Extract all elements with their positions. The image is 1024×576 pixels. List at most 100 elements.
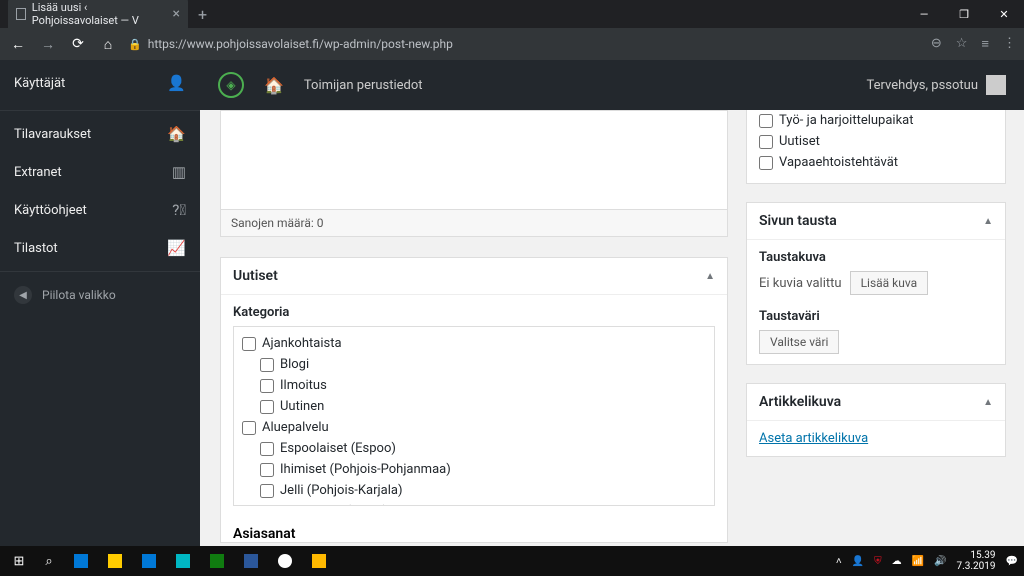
category-item[interactable]: Uutinen bbox=[242, 396, 706, 417]
site-logo-icon[interactable]: ◈ bbox=[218, 72, 244, 98]
category-label: Ihimiset (Pohjois-Pohjanmaa) bbox=[280, 462, 451, 477]
taskbar-app-mail[interactable] bbox=[134, 548, 164, 574]
help-icon: ?⃝ bbox=[172, 201, 186, 219]
window-minimize-button[interactable]: — bbox=[904, 0, 944, 28]
collapse-triangle-icon[interactable]: ▲ bbox=[705, 271, 715, 282]
home-icon[interactable]: 🏠 bbox=[264, 76, 284, 95]
category-label: Blogi bbox=[280, 357, 309, 372]
zoom-icon[interactable]: ⊖ bbox=[931, 36, 942, 52]
asiasanat-label: Asiasanat bbox=[221, 516, 727, 542]
category-checkbox[interactable] bbox=[242, 421, 256, 435]
taskbar-app-explorer[interactable] bbox=[100, 548, 130, 574]
category-item[interactable]: Jelli (Pohjois-Karjala) bbox=[242, 480, 706, 501]
category-label: Uutinen bbox=[280, 399, 324, 414]
taskbar-clock[interactable]: 15.39 7.3.2019 bbox=[957, 550, 996, 572]
taustavari-label: Taustaväri bbox=[759, 309, 993, 324]
taskbar-app-chrome[interactable] bbox=[270, 548, 300, 574]
category-checkbox[interactable] bbox=[242, 337, 256, 351]
checkbox[interactable] bbox=[759, 156, 773, 170]
category-item[interactable]: Lappilaiset (Lappi) bbox=[242, 501, 706, 506]
menu-icon[interactable]: ⋮ bbox=[1003, 36, 1016, 52]
category-item[interactable]: Ajankohtaista bbox=[242, 333, 706, 354]
tray-cloud-icon[interactable]: ☁ bbox=[892, 556, 902, 567]
browser-titlebar: Lisää uusi ‹ Pohjoissavolaiset — V × + —… bbox=[0, 0, 1024, 28]
collapse-menu[interactable]: ◀ Piilota valikko bbox=[0, 276, 200, 314]
add-image-button[interactable]: Lisää kuva bbox=[850, 271, 929, 295]
browser-tab[interactable]: Lisää uusi ‹ Pohjoissavolaiset — V × bbox=[8, 0, 188, 32]
greeting-text[interactable]: Tervehdys, pssotuu bbox=[866, 78, 978, 93]
category-label: Espoolaiset (Espoo) bbox=[280, 441, 396, 456]
sidebar-item-help[interactable]: Käyttöohjeet ?⃝ bbox=[0, 191, 200, 229]
back-button[interactable]: ← bbox=[8, 36, 28, 53]
sidebar-item-users[interactable]: Käyttäjät 👤 bbox=[0, 60, 200, 106]
category-checkbox[interactable] bbox=[260, 400, 274, 414]
start-button[interactable]: ⊞ bbox=[6, 548, 32, 574]
clock-date: 7.3.2019 bbox=[957, 561, 996, 572]
forward-button[interactable]: → bbox=[38, 36, 58, 53]
url-field[interactable]: 🔒 https://www.pohjoissavolaiset.fi/wp-ad… bbox=[128, 37, 921, 51]
home-button[interactable]: ⌂ bbox=[98, 36, 118, 53]
panel-header[interactable]: Sivun tausta ▲ bbox=[747, 203, 1005, 240]
sidebar-item-tilavaraukset[interactable]: Tilavaraukset 🏠 bbox=[0, 115, 200, 153]
collapse-triangle-icon[interactable]: ▲ bbox=[983, 216, 993, 227]
tab-close-icon[interactable]: × bbox=[173, 6, 180, 22]
sidebar-item-stats[interactable]: Tilastot 📈 bbox=[0, 229, 200, 267]
choose-color-button[interactable]: Valitse väri bbox=[759, 330, 839, 354]
layers-icon: ▥ bbox=[172, 163, 186, 181]
panel-header[interactable]: Artikkelikuva ▲ bbox=[747, 384, 1005, 421]
taskbar-app-word[interactable] bbox=[236, 548, 266, 574]
checkbox[interactable] bbox=[759, 135, 773, 149]
sidebar-item-label: Käyttöohjeet bbox=[14, 203, 87, 218]
category-item[interactable]: Blogi bbox=[242, 354, 706, 375]
tray-notifications-icon[interactable]: 💬 bbox=[1006, 556, 1018, 567]
admin-sidebar: Käyttäjät 👤 Tilavaraukset 🏠 Extranet ▥ K… bbox=[0, 60, 200, 546]
tray-shield-icon[interactable]: ⛨ bbox=[874, 556, 882, 567]
category-checkbox[interactable] bbox=[260, 358, 274, 372]
panel-header[interactable]: Uutiset ▲ bbox=[221, 258, 727, 295]
category-item[interactable]: Espoolaiset (Espoo) bbox=[242, 438, 706, 459]
window-maximize-button[interactable]: ❐ bbox=[944, 0, 984, 28]
reload-button[interactable]: ⟳ bbox=[68, 36, 88, 52]
category-list[interactable]: Ajankohtaista Blogi Ilmoitus Uutinen Aluepal… bbox=[233, 326, 715, 506]
new-tab-button[interactable]: + bbox=[198, 5, 207, 24]
category-checkbox[interactable] bbox=[260, 505, 274, 507]
editor-content[interactable] bbox=[220, 110, 728, 210]
category-checkbox[interactable] bbox=[260, 442, 274, 456]
category-label: Aluepalvelu bbox=[262, 420, 329, 435]
category-item[interactable]: Aluepalvelu bbox=[242, 417, 706, 438]
extensions-icon[interactable]: ≡ bbox=[981, 36, 989, 52]
taskbar-app-other[interactable] bbox=[304, 548, 334, 574]
checkbox-label: Työ- ja harjoittelupaikat bbox=[779, 113, 914, 128]
taskbar-app-store[interactable] bbox=[66, 548, 96, 574]
category-label: Lappilaiset (Lappi) bbox=[280, 504, 387, 506]
tray-people-icon[interactable]: 👤 bbox=[852, 556, 864, 567]
checkbox-row[interactable]: Työ- ja harjoittelupaikat bbox=[759, 110, 993, 131]
taskbar-app-photos[interactable] bbox=[168, 548, 198, 574]
category-checkbox[interactable] bbox=[260, 484, 274, 498]
category-checkbox[interactable] bbox=[260, 379, 274, 393]
category-item[interactable]: Ilmoitus bbox=[242, 375, 706, 396]
sidebar-item-extranet[interactable]: Extranet ▥ bbox=[0, 153, 200, 191]
search-icon[interactable]: ⌕ bbox=[36, 548, 62, 574]
users-icon: 👤 bbox=[167, 74, 186, 92]
star-icon[interactable]: ☆ bbox=[956, 36, 968, 52]
category-checkbox[interactable] bbox=[260, 463, 274, 477]
tab-title: Lisää uusi ‹ Pohjoissavolaiset — V bbox=[32, 1, 161, 27]
house-icon: 🏠 bbox=[167, 125, 186, 143]
window-close-button[interactable]: ✕ bbox=[984, 0, 1024, 28]
tray-volume-icon[interactable]: 🔊 bbox=[934, 556, 946, 567]
set-featured-image-link[interactable]: Aseta artikkelikuva bbox=[759, 431, 868, 446]
category-label: Ilmoitus bbox=[280, 378, 327, 393]
category-item[interactable]: Ihimiset (Pohjois-Pohjanmaa) bbox=[242, 459, 706, 480]
checkbox-row[interactable]: Uutiset bbox=[759, 131, 993, 152]
checkbox[interactable] bbox=[759, 114, 773, 128]
tray-up-icon[interactable]: ˄ bbox=[836, 556, 842, 567]
tray-wifi-icon[interactable]: 📶 bbox=[912, 556, 924, 567]
collapse-triangle-icon[interactable]: ▲ bbox=[983, 397, 993, 408]
category-label: Ajankohtaista bbox=[262, 336, 342, 351]
url-text: https://www.pohjoissavolaiset.fi/wp-admi… bbox=[148, 37, 453, 51]
avatar[interactable] bbox=[986, 75, 1006, 95]
checkbox-row[interactable]: Vapaaehtoistehtävät bbox=[759, 152, 993, 173]
taskbar-app-excel[interactable] bbox=[202, 548, 232, 574]
collapse-label: Piilota valikko bbox=[42, 288, 116, 302]
